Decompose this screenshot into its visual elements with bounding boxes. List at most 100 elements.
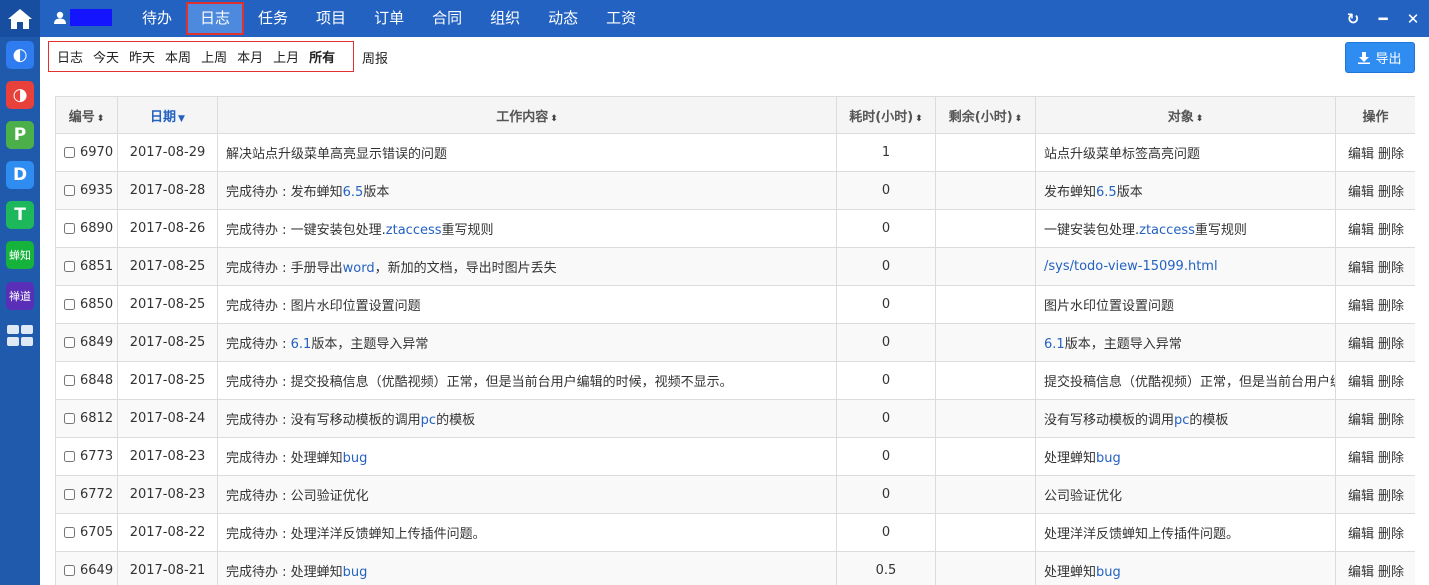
filter-option[interactable]: 上月 bbox=[268, 47, 304, 66]
row-content[interactable]: 完成待办 : 提交投稿信息（优酷视频）正常，但是当前台用户编辑的时候，视频不显示… bbox=[217, 361, 837, 400]
filter-option[interactable]: 日志 bbox=[52, 47, 88, 66]
app-shortcut[interactable]: 蝉知 bbox=[6, 241, 34, 269]
edit-link[interactable]: 编辑 bbox=[1348, 451, 1374, 466]
row-content[interactable]: 完成待办 : 处理洋洋反馈蝉知上传插件问题。 bbox=[217, 513, 837, 552]
filter-option[interactable]: 今天 bbox=[88, 47, 124, 66]
delete-link[interactable]: 删除 bbox=[1378, 451, 1404, 466]
nav-item[interactable]: 任务 bbox=[244, 0, 302, 37]
row-object[interactable]: 站点升级菜单标签高亮问题 bbox=[1035, 133, 1336, 172]
edit-link[interactable]: 编辑 bbox=[1348, 147, 1374, 162]
row-object[interactable]: 提交投稿信息（优酷视频）正常，但是当前台用户编辑的时候，视频不显示。 bbox=[1035, 361, 1336, 400]
delete-link[interactable]: 删除 bbox=[1378, 261, 1404, 276]
nav-item[interactable]: 合同 bbox=[418, 0, 476, 37]
app-shortcut[interactable]: ◑ bbox=[6, 81, 34, 109]
delete-link[interactable]: 删除 bbox=[1378, 147, 1404, 162]
edit-link[interactable]: 编辑 bbox=[1348, 527, 1374, 542]
filter-option[interactable]: 本周 bbox=[160, 47, 196, 66]
row-content[interactable]: 完成待办 : 没有写移动模板的调用pc的模板 bbox=[217, 399, 837, 438]
col-header-left[interactable]: 剩余(小时) ⬍ bbox=[935, 96, 1036, 134]
row-content[interactable]: 完成待办 : 一键安装包处理.ztaccess重写规则 bbox=[217, 209, 837, 248]
nav-item[interactable]: 订单 bbox=[360, 0, 418, 37]
delete-link[interactable]: 删除 bbox=[1378, 299, 1404, 314]
row-object[interactable]: 一键安装包处理.ztaccess重写规则 bbox=[1035, 209, 1336, 248]
row-content[interactable]: 完成待办 : 6.1版本，主题导入异常 bbox=[217, 323, 837, 362]
grid-icon[interactable] bbox=[7, 325, 33, 347]
delete-link[interactable]: 删除 bbox=[1378, 565, 1404, 580]
filter-option[interactable]: 昨天 bbox=[124, 47, 160, 66]
edit-link[interactable]: 编辑 bbox=[1348, 489, 1374, 504]
delete-link[interactable]: 删除 bbox=[1378, 413, 1404, 428]
delete-link[interactable]: 删除 bbox=[1378, 375, 1404, 390]
row-checkbox[interactable] bbox=[64, 375, 75, 386]
row-object[interactable]: 没有写移动模板的调用pc的模板 bbox=[1035, 399, 1336, 438]
row-checkbox[interactable] bbox=[64, 299, 75, 310]
delete-link[interactable]: 删除 bbox=[1378, 223, 1404, 238]
nav-item[interactable]: 项目 bbox=[302, 0, 360, 37]
row-object[interactable]: 处理蝉知bug bbox=[1035, 551, 1336, 585]
filter-option[interactable]: 上周 bbox=[196, 47, 232, 66]
close-icon[interactable]: ✕ bbox=[1405, 10, 1421, 28]
delete-link[interactable]: 删除 bbox=[1378, 337, 1404, 352]
row-content[interactable]: 解决站点升级菜单高亮显示错误的问题 bbox=[217, 133, 837, 172]
app-shortcut[interactable]: 禅道 bbox=[6, 282, 34, 310]
edit-link[interactable]: 编辑 bbox=[1348, 337, 1374, 352]
row-content[interactable]: 完成待办 : 处理蝉知bug bbox=[217, 551, 837, 585]
edit-link[interactable]: 编辑 bbox=[1348, 413, 1374, 428]
col-header-date[interactable]: 日期 ▼ bbox=[117, 96, 218, 134]
nav-item[interactable]: 动态 bbox=[534, 0, 592, 37]
col-header-content[interactable]: 工作内容 ⬍ bbox=[217, 96, 837, 134]
row-object[interactable]: 6.1版本，主题导入异常 bbox=[1035, 323, 1336, 362]
weekly-report-link[interactable]: 周报 bbox=[362, 48, 388, 67]
row-checkbox[interactable] bbox=[64, 413, 75, 424]
row-date: 2017-08-23 bbox=[117, 475, 218, 514]
col-header-object[interactable]: 对象 ⬍ bbox=[1035, 96, 1336, 134]
row-content[interactable]: 完成待办 : 公司验证优化 bbox=[217, 475, 837, 514]
row-object[interactable]: 发布蝉知6.5版本 bbox=[1035, 171, 1336, 210]
row-checkbox[interactable] bbox=[64, 489, 75, 500]
edit-link[interactable]: 编辑 bbox=[1348, 565, 1374, 580]
row-id: 6812 bbox=[80, 411, 114, 426]
app-shortcut[interactable]: ◐ bbox=[6, 41, 34, 69]
row-checkbox[interactable] bbox=[64, 223, 75, 234]
delete-link[interactable]: 删除 bbox=[1378, 527, 1404, 542]
row-content[interactable]: 完成待办 : 发布蝉知6.5版本 bbox=[217, 171, 837, 210]
row-checkbox[interactable] bbox=[64, 185, 75, 196]
app-shortcut[interactable]: P bbox=[6, 121, 34, 149]
row-checkbox[interactable] bbox=[64, 261, 75, 272]
edit-link[interactable]: 编辑 bbox=[1348, 299, 1374, 314]
refresh-icon[interactable]: ↻ bbox=[1345, 10, 1361, 28]
row-checkbox[interactable] bbox=[64, 527, 75, 538]
user-menu[interactable] bbox=[54, 9, 112, 26]
minimize-icon[interactable]: ━ bbox=[1375, 10, 1391, 28]
edit-link[interactable]: 编辑 bbox=[1348, 375, 1374, 390]
row-object[interactable]: 公司验证优化 bbox=[1035, 475, 1336, 514]
edit-link[interactable]: 编辑 bbox=[1348, 261, 1374, 276]
app-shortcut[interactable]: T bbox=[6, 201, 34, 229]
delete-link[interactable]: 删除 bbox=[1378, 489, 1404, 504]
row-object[interactable]: 处理蝉知bug bbox=[1035, 437, 1336, 476]
row-object[interactable]: 图片水印位置设置问题 bbox=[1035, 285, 1336, 324]
home-icon[interactable] bbox=[0, 0, 40, 37]
row-object[interactable]: /sys/todo-view-15099.html bbox=[1035, 247, 1336, 286]
row-checkbox[interactable] bbox=[64, 451, 75, 462]
export-button[interactable]: 导出 bbox=[1345, 42, 1415, 73]
filter-option[interactable]: 本月 bbox=[232, 47, 268, 66]
edit-link[interactable]: 编辑 bbox=[1348, 185, 1374, 200]
row-content[interactable]: 完成待办 : 手册导出word，新加的文档，导出时图片丢失 bbox=[217, 247, 837, 286]
row-object[interactable]: 处理洋洋反馈蝉知上传插件问题。 bbox=[1035, 513, 1336, 552]
nav-item[interactable]: 日志 bbox=[186, 2, 245, 35]
edit-link[interactable]: 编辑 bbox=[1348, 223, 1374, 238]
row-checkbox[interactable] bbox=[64, 337, 75, 348]
delete-link[interactable]: 删除 bbox=[1378, 185, 1404, 200]
col-header-spent[interactable]: 耗时(小时) ⬍ bbox=[836, 96, 936, 134]
row-checkbox[interactable] bbox=[64, 565, 75, 576]
row-checkbox[interactable] bbox=[64, 147, 75, 158]
row-content[interactable]: 完成待办 : 图片水印位置设置问题 bbox=[217, 285, 837, 324]
row-content[interactable]: 完成待办 : 处理蝉知bug bbox=[217, 437, 837, 476]
nav-item[interactable]: 待办 bbox=[128, 0, 186, 37]
app-shortcut[interactable]: D bbox=[6, 161, 34, 189]
nav-item[interactable]: 工资 bbox=[592, 0, 650, 37]
col-header-id[interactable]: 编号 ⬍ bbox=[55, 96, 118, 134]
filter-option[interactable]: 所有 bbox=[304, 47, 340, 66]
nav-item[interactable]: 组织 bbox=[476, 0, 534, 37]
